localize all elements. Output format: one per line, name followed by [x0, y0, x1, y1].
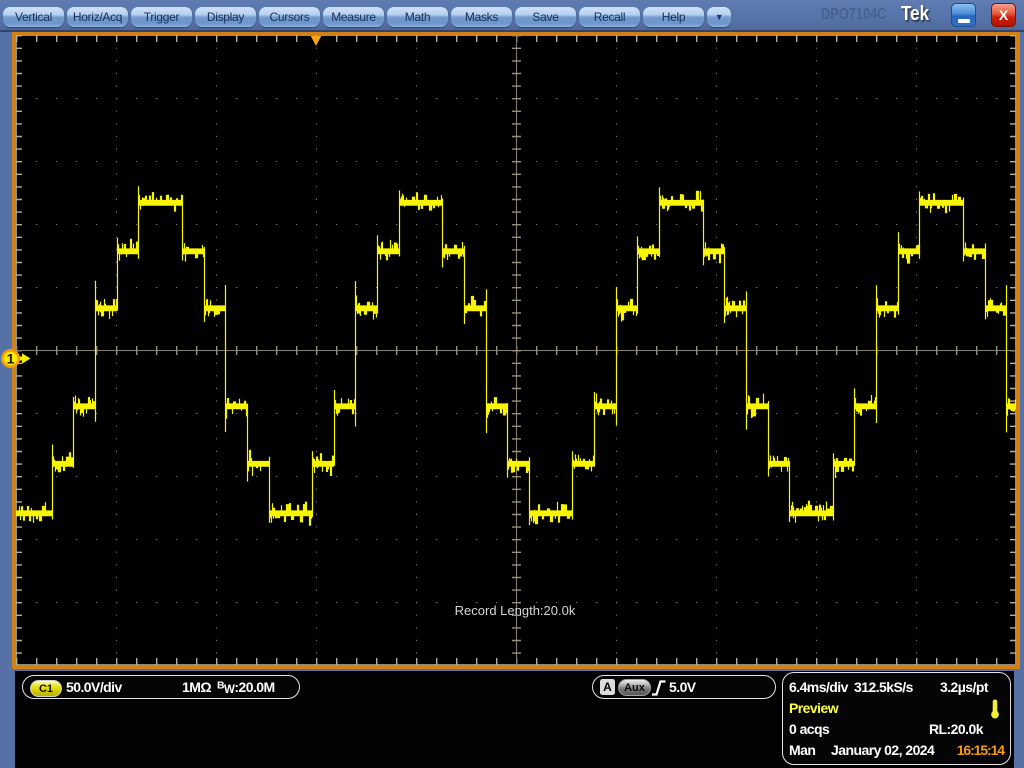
- svg-text:1: 1: [7, 350, 15, 366]
